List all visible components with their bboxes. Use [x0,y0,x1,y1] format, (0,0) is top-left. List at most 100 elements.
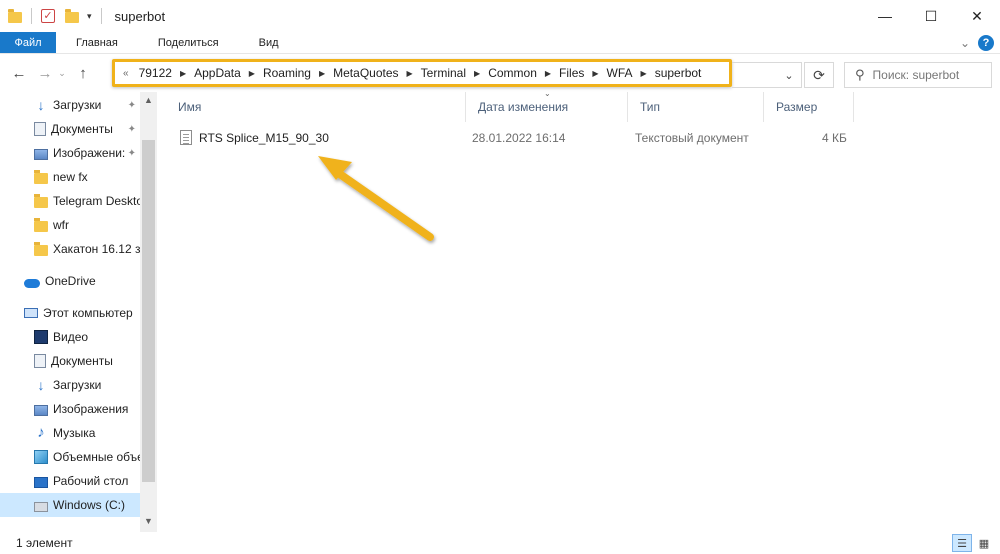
minimize-button[interactable]: — [862,0,908,32]
close-button[interactable]: ✕ [954,0,1000,32]
pictures-icon [34,148,48,160]
pin-icon: ✦ [127,99,136,111]
tab-view[interactable]: Вид [239,32,299,53]
tab-file[interactable]: Файл [0,32,56,53]
scroll-down-arrow-icon[interactable]: ▼ [140,513,157,530]
address-bar[interactable]: « 79122 ▶ AppData ▶ Roaming ▶ MetaQuotes… [112,59,732,87]
column-header-size[interactable]: Размер [764,92,854,122]
column-header-date[interactable]: Дата изменения [466,92,628,122]
breadcrumb-item[interactable]: Terminal [419,66,468,80]
computer-icon [24,308,38,318]
breadcrumb-item[interactable]: Common [486,66,539,80]
sidebar-item-desktop[interactable]: Рабочий стол [0,469,140,493]
address-dropdown[interactable]: ⌄ [732,62,802,88]
sidebar-scrollbar[interactable]: ▲ ▼ [140,92,157,532]
breadcrumb-item[interactable]: MetaQuotes [331,66,400,80]
sidebar-item-label: Загрузки [53,378,102,392]
sidebar-item-windows-drive[interactable]: Windows (C:) [0,493,140,517]
chevron-down-icon[interactable]: ⌄ [777,69,801,82]
file-type: Текстовый документ [635,131,749,145]
navigation-bar: ← → ⌄ ↑ « 79122 ▶ AppData ▶ Roaming ▶ Me… [0,54,1000,92]
onedrive-cloud-icon [24,278,40,288]
sidebar-item-music[interactable]: ♪ Музыка [0,421,140,445]
sidebar-item-new-fx[interactable]: new fx [0,165,140,189]
scrollbar-thumb[interactable] [142,140,155,482]
tab-home[interactable]: Главная [56,32,138,53]
chevron-right-icon[interactable]: ▶ [592,69,598,78]
chevron-right-icon[interactable]: ▶ [249,69,255,78]
breadcrumb-item[interactable]: superbot [653,66,704,80]
breadcrumb-item[interactable]: 79122 [137,66,174,80]
sidebar-item-wfr[interactable]: wfr [0,213,140,237]
documents-icon [34,354,46,368]
folder-icon [34,193,48,208]
sidebar-item-3d-objects[interactable]: Объемные объе [0,445,140,469]
column-header-label: Имя [178,100,202,114]
details-view-button[interactable]: ☰ [952,534,972,552]
chevron-right-icon[interactable]: ▶ [180,69,186,78]
forward-button[interactable]: → [34,62,56,84]
new-folder-icon[interactable] [65,8,79,23]
breadcrumb-item[interactable]: Roaming [261,66,313,80]
chevron-right-icon[interactable]: ▶ [319,69,325,78]
sidebar-item-pc-pictures[interactable]: Изображения [0,397,140,421]
file-modified: 28.01.2022 16:14 [472,131,566,145]
help-icon[interactable]: ? [978,34,994,51]
sidebar-item-pc-downloads[interactable]: ↓ Загрузки [0,373,140,397]
column-header-name[interactable]: Имя [166,92,466,122]
breadcrumb-item[interactable]: WFA [605,66,635,80]
tab-share[interactable]: Поделиться [138,32,239,53]
sidebar-item-pictures[interactable]: Изображени: ✦ [0,141,140,165]
folder-icon [34,241,48,256]
sidebar-item-label: Telegram Deskto [53,194,140,208]
chevron-right-icon[interactable]: ▶ [641,69,647,78]
overflow-chevron-icon[interactable]: « [123,68,129,79]
quick-access-toolbar: ✓ ▾ [0,0,107,32]
breadcrumb-item[interactable]: AppData [192,66,243,80]
customize-toolbar-chevron-icon[interactable]: ▾ [87,11,92,22]
sidebar-item-pc-documents[interactable]: Документы [0,349,140,373]
folder-icon [8,8,22,23]
recent-locations-chevron-icon[interactable]: ⌄ [56,62,68,84]
search-input[interactable]: ⚲ Поиск: superbot [844,62,992,88]
sidebar-item-telegram-desktop[interactable]: Telegram Deskto [0,189,140,213]
table-row[interactable]: RTS Splice_M15_90_30 28.01.2022 16:14 Те… [166,126,856,150]
large-icons-view-button[interactable]: ▦ [974,534,994,552]
column-header-label: Дата изменения [478,100,569,114]
expand-ribbon-chevron-icon[interactable]: ⌄ [960,36,970,50]
folder-icon [34,217,48,232]
desktop-icon [34,476,48,488]
sidebar-item-this-pc[interactable]: Этот компьютер [0,301,140,325]
download-arrow-icon: ↓ [37,377,45,393]
sidebar-item-onedrive[interactable]: OneDrive [0,269,140,293]
sidebar-item-downloads[interactable]: ↓ Загрузки ✦ [0,93,140,117]
documents-icon [34,122,46,136]
sidebar-item-label: Windows (C:) [53,498,126,512]
chevron-right-icon[interactable]: ▶ [474,69,480,78]
maximize-button[interactable]: ☐ [908,0,954,32]
sidebar-item-videos[interactable]: Видео [0,325,140,349]
scroll-up-arrow-icon[interactable]: ▲ [140,92,157,109]
up-button[interactable]: ↑ [72,62,94,84]
pin-icon: ✦ [127,147,136,159]
file-size: 4 КБ [822,131,847,145]
sidebar-item-label: Рабочий стол [53,474,129,488]
pin-icon: ✦ [127,123,136,135]
chevron-right-icon[interactable]: ▶ [407,69,413,78]
back-button[interactable]: ← [8,62,30,84]
download-arrow-icon: ↓ [37,97,45,113]
pictures-icon [34,404,48,416]
sidebar-item-label: Музыка [53,426,96,440]
title-bar: ✓ ▾ superbot — ☐ ✕ [0,0,1000,32]
sidebar-item-documents[interactable]: Документы ✦ [0,117,140,141]
sidebar-item-label: wfr [53,218,69,232]
column-header-type[interactable]: Тип [628,92,764,122]
sidebar-item-label: Изображени: [53,146,126,160]
properties-icon[interactable]: ✓ [41,9,55,23]
sidebar-item-hackathon[interactable]: Хакатон 16.12 зе [0,237,140,261]
breadcrumb: 79122 ▶ AppData ▶ Roaming ▶ MetaQuotes ▶… [137,66,704,80]
refresh-button[interactable]: ⟳ [804,62,834,88]
chevron-right-icon[interactable]: ▶ [545,69,551,78]
column-header-label: Размер [776,100,818,114]
breadcrumb-item[interactable]: Files [557,66,586,80]
